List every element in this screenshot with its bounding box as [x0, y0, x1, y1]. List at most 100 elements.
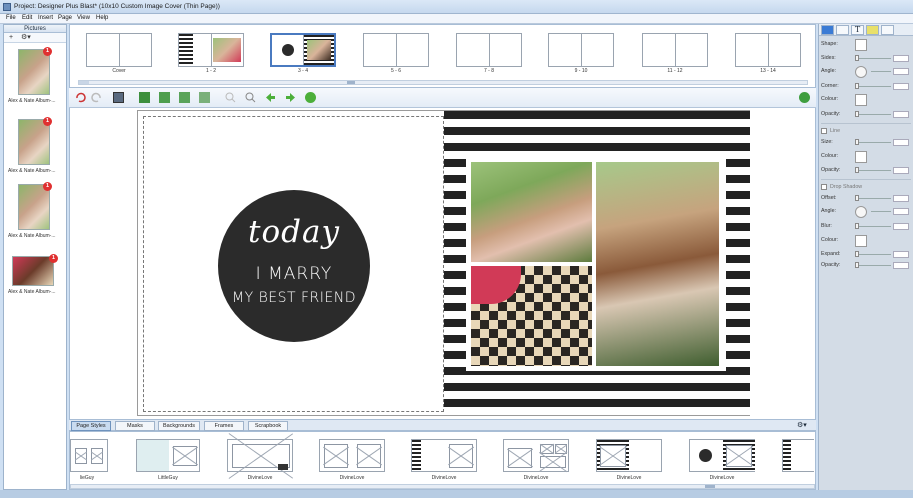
shape-tool-icon[interactable] — [821, 25, 834, 35]
add-text-icon[interactable] — [159, 92, 170, 103]
menu-page[interactable]: Page — [58, 15, 72, 21]
colour-swatch[interactable] — [855, 94, 867, 106]
page-thumb-1-2[interactable] — [178, 33, 244, 67]
text-circle[interactable]: today I MARRY MY BEST FRIEND — [218, 190, 370, 342]
offset-slider[interactable] — [855, 195, 859, 201]
page-tool-icon[interactable] — [881, 25, 894, 35]
page-thumb-5-6[interactable] — [363, 33, 429, 67]
expand-input[interactable] — [893, 251, 909, 258]
style-thumb[interactable] — [411, 439, 477, 472]
redo-icon[interactable] — [91, 92, 102, 103]
size-slider[interactable] — [855, 139, 859, 145]
tab-backgrounds[interactable]: Backgrounds — [158, 421, 200, 431]
picture-item[interactable]: 1 Alex & Nate Album-... — [8, 182, 64, 244]
size-input[interactable] — [893, 139, 909, 146]
corner-input[interactable] — [893, 83, 909, 90]
blur-slider[interactable] — [855, 223, 859, 229]
gear-icon[interactable]: ⚙▾ — [21, 34, 31, 42]
angle-label: Angle: — [821, 68, 837, 74]
picture-item[interactable]: 1 Alex & Nate Album-... — [8, 117, 64, 179]
page-navigator-scrollbar[interactable] — [78, 80, 808, 85]
picture-label: Alex & Nate Album-... — [8, 168, 56, 174]
angle-dial[interactable] — [855, 66, 867, 78]
cart-icon[interactable] — [799, 92, 810, 103]
save-icon[interactable] — [113, 92, 124, 103]
tab-frames[interactable]: Frames — [204, 421, 244, 431]
line-checkbox[interactable] — [821, 128, 827, 134]
menu-view[interactable]: View — [77, 15, 90, 21]
page-thumb-13-14[interactable] — [735, 33, 801, 67]
style-thumb[interactable] — [689, 439, 755, 472]
menu-insert[interactable]: Insert — [38, 15, 53, 21]
corner-slider[interactable] — [855, 83, 859, 89]
sides-slider[interactable] — [855, 55, 859, 61]
page-thumb-7-8[interactable] — [456, 33, 522, 67]
photo-collage — [466, 157, 726, 371]
style-thumb[interactable] — [503, 439, 569, 472]
angle-row: Angle: — [821, 66, 913, 78]
undo-icon[interactable] — [75, 92, 86, 103]
zoom-out-icon[interactable] — [245, 92, 256, 103]
line-opacity-input[interactable] — [893, 167, 909, 174]
blur-input[interactable] — [893, 223, 909, 230]
image-tool-icon[interactable] — [836, 25, 849, 35]
shadow-angle-dial[interactable] — [855, 206, 867, 218]
picture-item[interactable]: 1 Alex & Nate Album-... — [8, 254, 64, 300]
shape-picker[interactable] — [855, 39, 867, 51]
usage-badge: 1 — [43, 117, 52, 126]
styles-scrollbar[interactable] — [70, 484, 815, 489]
picture-item[interactable]: 1 Alex & Nate Album-... — [8, 47, 64, 109]
left-page[interactable]: today I MARRY MY BEST FRIEND — [138, 111, 444, 415]
right-page[interactable] — [444, 111, 750, 415]
style-thumb[interactable] — [136, 439, 200, 472]
highlight-tool-icon[interactable] — [866, 25, 879, 35]
arrow-left-icon[interactable] — [265, 92, 276, 103]
tab-scrapbook[interactable]: Scrapbook — [248, 421, 288, 431]
drop-shadow-checkbox[interactable] — [821, 184, 827, 190]
style-thumb[interactable] — [70, 439, 108, 472]
page-thumb-3-4[interactable] — [270, 33, 336, 67]
line-opacity-row: Opacity: — [821, 166, 913, 176]
style-thumb[interactable] — [319, 439, 385, 472]
photo-chessboard[interactable] — [471, 266, 592, 366]
arrow-right-icon[interactable] — [285, 92, 296, 103]
menu-file[interactable]: File — [6, 15, 16, 21]
zoom-in-icon[interactable] — [225, 92, 236, 103]
opacity-slider[interactable] — [855, 111, 859, 117]
style-thumb[interactable] — [596, 439, 662, 472]
page-thumb-11-12[interactable] — [642, 33, 708, 67]
page-navigator: Cover 1 - 2 3 - 4 5 - 6 7 - 8 9 - 10 11 … — [69, 24, 816, 88]
app-icon — [3, 3, 11, 11]
tab-masks[interactable]: Masks — [115, 421, 155, 431]
shadow-opacity-slider[interactable] — [855, 262, 859, 268]
add-page-icon[interactable] — [179, 92, 190, 103]
menu-help[interactable]: Help — [96, 15, 108, 21]
shadow-opacity-row: Opacity: — [821, 261, 913, 271]
sides-input[interactable] — [893, 55, 909, 62]
style-thumb[interactable] — [227, 439, 293, 472]
expand-slider[interactable] — [855, 251, 859, 257]
shadow-angle-input[interactable] — [893, 208, 909, 215]
add-picture-icon[interactable] — [139, 92, 150, 103]
gear-icon[interactable]: ⚙▾ — [797, 421, 807, 429]
style-thumb[interactable] — [782, 439, 814, 472]
menu-edit[interactable]: Edit — [22, 15, 32, 21]
tab-page-styles[interactable]: Page Styles — [71, 421, 111, 431]
style-label: LittleGuy — [158, 475, 178, 481]
photo-couple-right[interactable] — [596, 162, 719, 366]
shadow-colour-swatch[interactable] — [855, 235, 867, 247]
properties-panel: T Shape: Sides: Angle: Corner: Colour: O… — [818, 24, 913, 490]
line-opacity-slider[interactable] — [855, 167, 859, 173]
page-thumb-cover[interactable] — [86, 33, 152, 67]
delete-page-icon[interactable] — [199, 92, 210, 103]
opacity-input[interactable] — [893, 111, 909, 118]
photo-couple-top-left[interactable] — [471, 162, 592, 262]
text-tool-icon[interactable]: T — [851, 25, 864, 35]
shadow-opacity-input[interactable] — [893, 262, 909, 269]
page-thumb-9-10[interactable] — [548, 33, 614, 67]
help-icon[interactable] — [305, 92, 316, 103]
offset-input[interactable] — [893, 195, 909, 202]
add-icon[interactable]: + — [9, 34, 13, 42]
angle-input[interactable] — [893, 68, 909, 75]
line-colour-swatch[interactable] — [855, 151, 867, 163]
